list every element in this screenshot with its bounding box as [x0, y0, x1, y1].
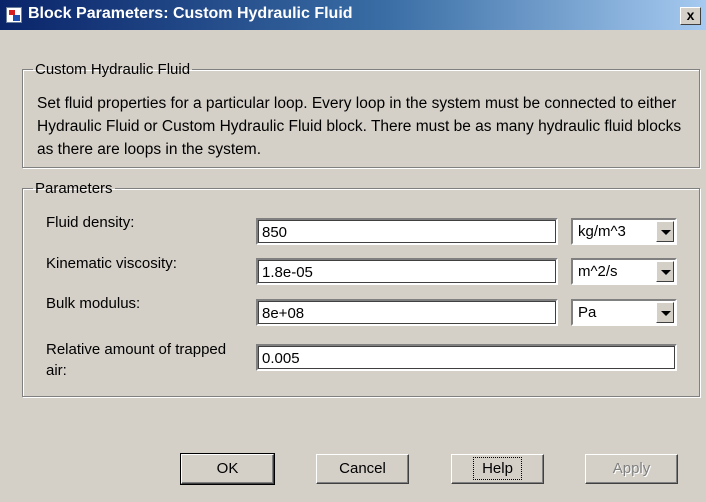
fluid-density-label: Fluid density:: [46, 214, 135, 231]
cancel-button[interactable]: Cancel: [316, 454, 409, 484]
apply-button[interactable]: Apply: [585, 454, 678, 484]
fluid-density-unit-select[interactable]: kg/m^3: [571, 218, 677, 245]
trapped-air-label-line1: Relative amount of trapped: [46, 341, 227, 358]
fluid-density-input[interactable]: 850: [256, 218, 558, 245]
bulk-modulus-input[interactable]: 8e+08: [256, 299, 558, 326]
chevron-down-icon[interactable]: [656, 302, 674, 323]
description-group-legend: Custom Hydraulic Fluid: [35, 61, 191, 78]
window-title: Block Parameters: Custom Hydraulic Fluid: [28, 5, 353, 22]
help-button-label: Help: [473, 457, 522, 480]
kinematic-viscosity-label: Kinematic viscosity:: [46, 255, 177, 272]
close-button[interactable]: x: [680, 7, 701, 25]
kinematic-viscosity-unit-value: m^2/s: [578, 263, 618, 280]
parameters-group-legend: Parameters: [35, 180, 113, 197]
chevron-down-icon[interactable]: [656, 221, 674, 242]
block-description: Set fluid properties for a particular lo…: [37, 95, 682, 158]
kinematic-viscosity-unit-select[interactable]: m^2/s: [571, 258, 677, 285]
bulk-modulus-unit-select[interactable]: Pa: [571, 299, 677, 326]
bulk-modulus-label: Bulk modulus:: [46, 295, 141, 312]
title-bar: Block Parameters: Custom Hydraulic Fluid…: [0, 0, 706, 30]
help-button[interactable]: Help: [451, 454, 544, 484]
chevron-down-icon[interactable]: [656, 261, 674, 282]
trapped-air-input[interactable]: 0.005: [256, 344, 677, 371]
cancel-button-label: Cancel: [339, 460, 386, 477]
ok-button-label: OK: [216, 460, 239, 477]
bulk-modulus-unit-value: Pa: [578, 304, 597, 321]
kinematic-viscosity-input[interactable]: 1.8e-05: [256, 258, 558, 285]
fluid-density-unit-value: kg/m^3: [578, 223, 626, 240]
ok-button[interactable]: OK: [180, 453, 275, 485]
apply-button-label: Apply: [612, 460, 651, 477]
trapped-air-label-line2: air:: [46, 362, 67, 379]
simulink-block-icon: [6, 7, 22, 23]
